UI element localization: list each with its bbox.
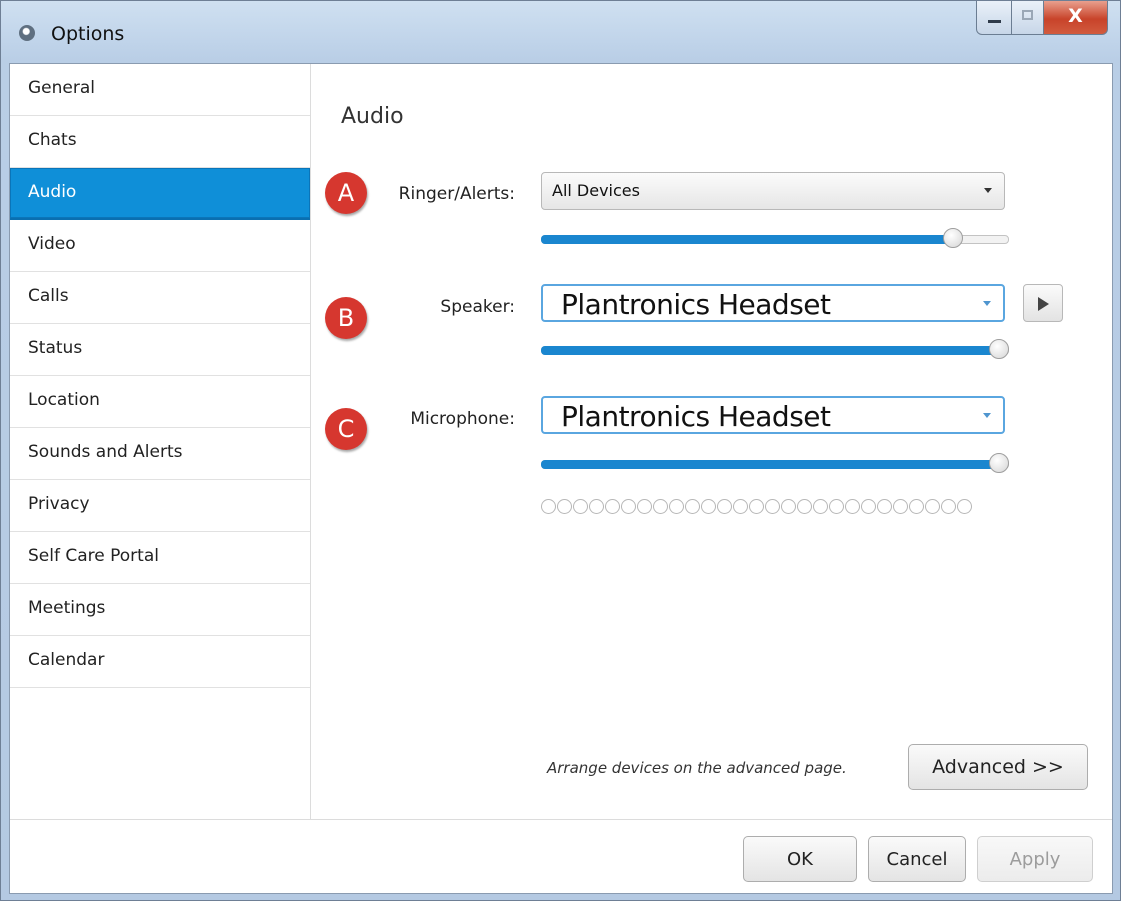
level-indicator — [637, 499, 652, 514]
sidebar-item-general[interactable]: General — [10, 64, 310, 116]
chevron-down-icon — [984, 188, 992, 193]
advanced-hint-text: Arrange devices on the advanced page. — [547, 759, 847, 777]
ok-button[interactable]: OK — [743, 836, 857, 882]
cancel-button[interactable]: Cancel — [868, 836, 966, 882]
sidebar-item-calls[interactable]: Calls — [10, 272, 310, 324]
options-sidebar: General Chats Audio Video Calls Status L… — [10, 64, 311, 819]
level-indicator — [797, 499, 812, 514]
maximize-button[interactable] — [1012, 1, 1044, 35]
slider-fill — [541, 235, 953, 244]
slider-fill — [541, 346, 999, 355]
apply-button[interactable]: Apply — [977, 836, 1093, 882]
slider-thumb[interactable] — [989, 453, 1009, 473]
level-indicator — [589, 499, 604, 514]
close-button[interactable]: X — [1044, 1, 1108, 35]
level-indicator — [717, 499, 732, 514]
sidebar-item-sounds-and-alerts[interactable]: Sounds and Alerts — [10, 428, 310, 480]
level-indicator — [669, 499, 684, 514]
level-indicator — [861, 499, 876, 514]
level-indicator — [957, 499, 972, 514]
level-indicator — [557, 499, 572, 514]
play-icon — [1038, 297, 1049, 311]
level-indicator — [541, 499, 556, 514]
microphone-level-meter — [541, 499, 972, 514]
microphone-dropdown[interactable]: Plantronics Headset — [541, 396, 1005, 434]
level-indicator — [829, 499, 844, 514]
options-window: Options X General Chats Audio Video Call… — [0, 0, 1121, 901]
speaker-value: Plantronics Headset — [561, 288, 831, 321]
level-indicator — [925, 499, 940, 514]
level-indicator — [845, 499, 860, 514]
sidebar-item-meetings[interactable]: Meetings — [10, 584, 310, 636]
title-bar[interactable]: Options X — [1, 1, 1120, 63]
slider-thumb[interactable] — [943, 228, 963, 248]
advanced-button[interactable]: Advanced >> — [908, 744, 1088, 790]
level-indicator — [685, 499, 700, 514]
sidebar-item-video[interactable]: Video — [10, 220, 310, 272]
level-indicator — [765, 499, 780, 514]
sidebar-item-privacy[interactable]: Privacy — [10, 480, 310, 532]
speaker-dropdown[interactable]: Plantronics Headset — [541, 284, 1005, 322]
minimize-button[interactable] — [976, 1, 1012, 35]
audio-settings-panel: Audio A Ringer/Alerts: All Devices B Spe… — [311, 64, 1112, 819]
slider-fill — [541, 460, 999, 469]
dialog-footer: OK Cancel Apply — [10, 819, 1112, 896]
microphone-value: Plantronics Headset — [561, 400, 831, 433]
speaker-label: Speaker: — [440, 297, 515, 317]
microphone-volume-slider[interactable] — [541, 453, 1009, 475]
sidebar-item-audio[interactable]: Audio — [10, 168, 310, 220]
speaker-volume-slider[interactable] — [541, 339, 1009, 361]
sidebar-item-calendar[interactable]: Calendar — [10, 636, 310, 688]
sidebar-item-self-care-portal[interactable]: Self Care Portal — [10, 532, 310, 584]
level-indicator — [877, 499, 892, 514]
level-indicator — [701, 499, 716, 514]
level-indicator — [605, 499, 620, 514]
level-indicator — [573, 499, 588, 514]
level-indicator — [909, 499, 924, 514]
sidebar-item-location[interactable]: Location — [10, 376, 310, 428]
caption-buttons: X — [976, 1, 1108, 41]
page-title: Audio — [341, 104, 404, 129]
level-indicator — [653, 499, 668, 514]
test-speaker-play-button[interactable] — [1023, 284, 1063, 322]
level-indicator — [893, 499, 908, 514]
level-indicator — [749, 499, 764, 514]
ringer-alerts-label: Ringer/Alerts: — [398, 184, 515, 204]
level-indicator — [621, 499, 636, 514]
sidebar-item-status[interactable]: Status — [10, 324, 310, 376]
window-title: Options — [51, 23, 125, 45]
chevron-down-icon — [983, 301, 991, 306]
level-indicator — [813, 499, 828, 514]
ringer-alerts-value: All Devices — [552, 181, 640, 200]
chevron-down-icon — [983, 413, 991, 418]
ringer-alerts-dropdown[interactable]: All Devices — [541, 172, 1005, 210]
close-icon: X — [1068, 5, 1083, 27]
ringer-volume-slider[interactable] — [541, 228, 1009, 250]
sidebar-item-chats[interactable]: Chats — [10, 116, 310, 168]
dialog-client: General Chats Audio Video Calls Status L… — [9, 63, 1113, 894]
slider-thumb[interactable] — [989, 339, 1009, 359]
microphone-label: Microphone: — [410, 409, 515, 429]
level-indicator — [733, 499, 748, 514]
level-indicator — [781, 499, 796, 514]
app-icon — [19, 25, 35, 41]
level-indicator — [941, 499, 956, 514]
